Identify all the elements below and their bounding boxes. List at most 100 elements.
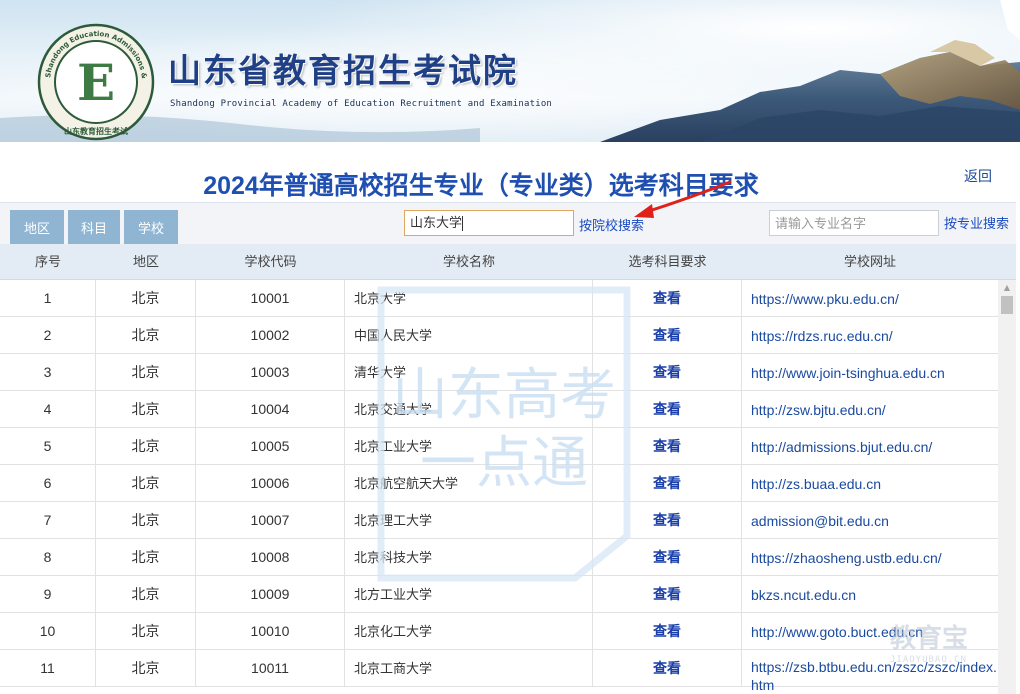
cell-school-code: 10004: [196, 391, 345, 428]
cell-school-code: 10002: [196, 317, 345, 354]
school-website-link[interactable]: http://zs.buaa.edu.cn: [742, 465, 998, 502]
scroll-up-arrow-icon[interactable]: ▲: [998, 280, 1016, 294]
cell-index: 3: [0, 354, 96, 391]
header-subject-requirement: 选考科目要求: [628, 254, 707, 269]
schools-table: 序号 地区 学校代码 学校名称 选考科目要求 学校网址 1 北京 10001 北京大学…: [0, 244, 1016, 694]
cell-school-name: 北京工商大学: [345, 650, 593, 687]
cell-school-code: 10008: [196, 539, 345, 576]
cell-index: 1: [0, 280, 96, 317]
cell-school-name: 北京大学: [345, 280, 593, 317]
table-row: 4 北京 10004 北京交通大学 查看 http://zsw.bjtu.edu.cn/: [0, 391, 998, 428]
cell-region: 北京: [96, 576, 196, 613]
view-requirements-link[interactable]: 查看: [593, 354, 742, 391]
cell-index: 9: [0, 576, 96, 613]
cell-school-code: 10010: [196, 613, 345, 650]
cell-region: 北京: [96, 354, 196, 391]
major-search-input[interactable]: [769, 210, 939, 236]
cell-region: 北京: [96, 539, 196, 576]
search-by-major-button[interactable]: 按专业搜索: [944, 213, 1009, 232]
academy-subtitle: Shandong Provincial Academy of Education…: [170, 99, 553, 109]
school-search-input[interactable]: 山东大学: [404, 210, 574, 236]
table-row: 3 北京 10003 清华大学 查看 http://www.join-tsinghua.e…: [0, 354, 998, 391]
academy-title: 山东省教育招生考试院: [168, 51, 518, 90]
cell-school-code: 10003: [196, 354, 345, 391]
cell-region: 北京: [96, 391, 196, 428]
back-link[interactable]: 返回: [964, 166, 992, 186]
cell-index: 6: [0, 465, 96, 502]
cell-school-name: 中国人民大学: [345, 317, 593, 354]
page-title: 2024年普通高校招生专业（专业类）选考科目要求: [203, 172, 759, 200]
cell-index: 8: [0, 539, 96, 576]
cell-region: 北京: [96, 317, 196, 354]
cell-school-code: 10005: [196, 428, 345, 465]
academy-seal-logo: Shandong Education Admissions & Examinat…: [36, 22, 155, 141]
view-requirements-link[interactable]: 查看: [593, 280, 742, 317]
cell-index: 4: [0, 391, 96, 428]
school-website-link[interactable]: https://zsb.btbu.edu.cn/zszc/zszc/index.…: [742, 650, 998, 693]
cell-school-name: 北京理工大学: [345, 502, 593, 539]
table-row: 10 北京 10010 北京化工大学 查看 http://www.goto.buct.ed…: [0, 613, 998, 650]
school-search-input-value: 山东大学: [410, 215, 463, 230]
header-region: 地区: [132, 254, 159, 269]
school-website-link[interactable]: https://rdzs.ruc.edu.cn/: [742, 317, 998, 354]
cell-school-name: 北京科技大学: [345, 539, 593, 576]
view-requirements-link[interactable]: 查看: [593, 650, 742, 687]
table-row: 9 北京 10009 北方工业大学 查看 bkzs.ncut.edu.cn: [0, 576, 998, 613]
view-requirements-link[interactable]: 查看: [593, 428, 742, 465]
school-website-link[interactable]: http://zsw.bjtu.edu.cn/: [742, 391, 998, 428]
cell-index: 10: [0, 613, 96, 650]
header-banner: Shandong Education Admissions & Examinat…: [0, 0, 1020, 142]
cell-region: 北京: [96, 613, 196, 650]
cell-region: 北京: [96, 650, 196, 687]
red-arrow-annotation: [634, 180, 732, 218]
cell-school-name: 北京航空航天大学: [345, 465, 593, 502]
tab-region[interactable]: 地区: [10, 210, 64, 244]
cell-index: 2: [0, 317, 96, 354]
scroll-thumb[interactable]: [1001, 296, 1013, 314]
table-row: 7 北京 10007 北京理工大学 查看 admission@bit.edu.cn: [0, 502, 998, 539]
tab-subject[interactable]: 科目: [68, 210, 120, 244]
view-requirements-link[interactable]: 查看: [593, 502, 742, 539]
table-row: 8 北京 10008 北京科技大学 查看 https://zhaosheng.ustb.e…: [0, 539, 998, 576]
view-requirements-link[interactable]: 查看: [593, 465, 742, 502]
table-row: 11 北京 10011 北京工商大学 查看 https://zsb.btbu.edu.cn…: [0, 650, 998, 693]
school-website-link[interactable]: http://www.join-tsinghua.edu.cn: [742, 354, 998, 391]
cell-school-name: 北京工业大学: [345, 428, 593, 465]
header-school-website: 学校网址: [843, 254, 896, 269]
view-requirements-link[interactable]: 查看: [593, 613, 742, 650]
school-website-link[interactable]: admission@bit.edu.cn: [742, 502, 998, 539]
table-row: 2 北京 10002 中国人民大学 查看 https://rdzs.ruc.edu.cn/: [0, 317, 998, 354]
cell-index: 7: [0, 502, 96, 539]
school-website-link[interactable]: http://www.goto.buct.edu.cn: [742, 613, 998, 650]
cell-school-code: 10001: [196, 280, 345, 317]
view-requirements-link[interactable]: 查看: [593, 317, 742, 354]
school-website-link[interactable]: http://admissions.bjut.edu.cn/: [742, 428, 998, 465]
cell-region: 北京: [96, 428, 196, 465]
tab-school[interactable]: 学校: [124, 210, 178, 244]
cell-school-code: 10009: [196, 576, 345, 613]
cell-index: 11: [0, 650, 96, 687]
table-header: 序号 地区 学校代码 学校名称 选考科目要求 学校网址: [0, 244, 1016, 280]
header-school-name: 学校名称: [442, 254, 495, 269]
table-scrollbar[interactable]: ▲: [998, 280, 1016, 694]
cell-school-name: 北京化工大学: [345, 613, 593, 650]
filter-bar: 地区 科目 学校 山东大学 按院校搜索 按专业搜索: [0, 202, 1016, 244]
view-requirements-link[interactable]: 查看: [593, 391, 742, 428]
cell-region: 北京: [96, 280, 196, 317]
cell-region: 北京: [96, 502, 196, 539]
header-index: 序号: [34, 254, 61, 269]
cell-index: 5: [0, 428, 96, 465]
seal-bottom-text: 山东教育招生考试: [64, 126, 128, 136]
cell-school-code: 10006: [196, 465, 345, 502]
school-website-link[interactable]: bkzs.ncut.edu.cn: [742, 576, 998, 613]
cell-region: 北京: [96, 465, 196, 502]
seal-letter: E: [77, 53, 115, 112]
view-requirements-link[interactable]: 查看: [593, 539, 742, 576]
school-website-link[interactable]: https://www.pku.edu.cn/: [742, 280, 998, 317]
school-website-link[interactable]: https://zhaosheng.ustb.edu.cn/: [742, 539, 998, 576]
text-caret: [462, 216, 464, 232]
cell-school-name: 清华大学: [345, 354, 593, 391]
header-school-code: 学校代码: [244, 254, 297, 269]
cell-school-name: 北京交通大学: [345, 391, 593, 428]
view-requirements-link[interactable]: 查看: [593, 576, 742, 613]
